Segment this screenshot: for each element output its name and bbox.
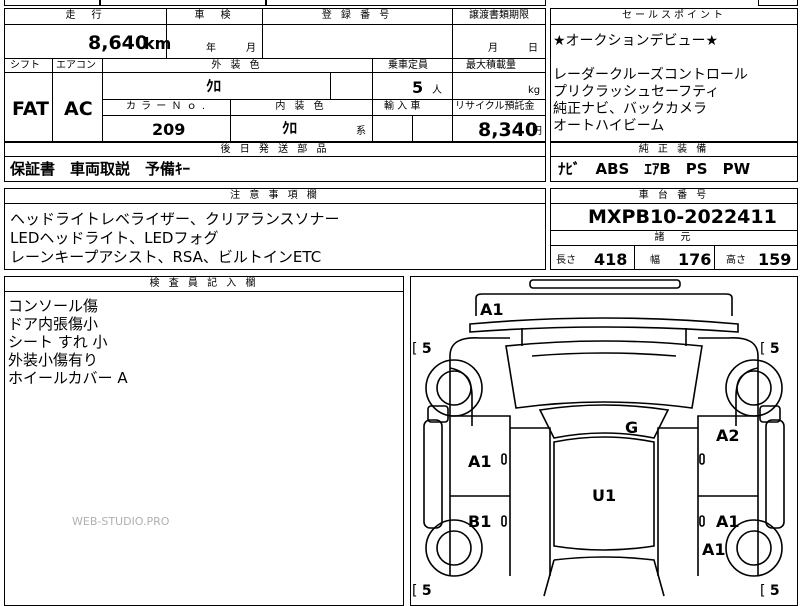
selling-point-line	[553, 47, 797, 64]
tyre-bracket-front-right: [ 5	[760, 341, 780, 357]
registration-header: 登 録 番 号	[321, 10, 393, 21]
tyre-bracket-rear-right: [ 5	[760, 583, 780, 599]
transfer-day-unit: 日	[528, 43, 538, 54]
damage-mark-right-front-door: A2	[716, 426, 740, 445]
inspector-line: ホイールカバー A	[8, 369, 128, 387]
tyre-bracket-front-left: [ 5	[412, 341, 432, 357]
top-strip-cell-2	[100, 0, 266, 6]
inspector-line: シート すれ 小	[8, 333, 108, 351]
aircon-value: AC	[64, 98, 93, 120]
chassis-value: MXPB10-2022411	[588, 206, 777, 228]
notes-list: ヘッドライトレベライザー、クリアランスソナー LEDヘッドライト、LEDフォグ …	[10, 208, 340, 266]
specs-header: 諸 元	[654, 232, 694, 243]
note-line: ヘッドライトレベライザー、クリアランスソナー	[10, 210, 340, 228]
car-diagram	[423, 279, 785, 597]
note-line: LEDヘッドライト、LEDフォグ	[10, 229, 219, 247]
recycle-unit: 円	[532, 126, 542, 137]
spec-table	[4, 8, 546, 142]
damage-mark-left-front-door: A1	[468, 452, 492, 471]
interior-color-value: ｸﾛ	[282, 119, 298, 137]
damage-mark-left-rear-door: B1	[468, 512, 492, 531]
inspection-year-unit: 年	[206, 43, 216, 54]
transfer-month-unit: 月	[488, 43, 498, 54]
max-load-unit: kg	[528, 85, 541, 96]
chassis-header: 車 台 番 号	[638, 190, 710, 201]
damage-mark-right-rear-door: A1	[716, 512, 740, 531]
length-value: 418	[594, 250, 628, 269]
damage-mark-right-rear-quarter: A1	[702, 540, 726, 559]
selling-point-line: レーダークルーズコントロール	[553, 67, 748, 83]
factory-equipment-value: ﾅﾋﾞ ABS ｴｱB PS PW	[558, 160, 751, 178]
capacity-unit: 人	[432, 85, 442, 96]
mileage-unit: km	[144, 34, 172, 53]
selling-points-header: セールスポイント	[622, 10, 726, 21]
color-no-header: カ ラ ー Ｎ ｏ .	[125, 101, 207, 112]
transfer-deadline-header: 譲渡書類期限	[469, 10, 529, 21]
tyre-depth-front-left: 5	[421, 341, 432, 357]
tyre-depth-front-right: 5	[769, 341, 780, 357]
capacity-header: 乗車定員	[388, 60, 428, 71]
inspection-month-unit: 月	[246, 43, 256, 54]
selling-point-line: プリクラッシュセーフティ	[553, 84, 720, 100]
interior-color-header: 内 装 色	[275, 101, 327, 112]
inspector-header: 検 査 員 記 入 欄	[149, 278, 259, 289]
selling-point-line: ★オークションデビュー★	[553, 33, 719, 49]
top-strip-cell-3	[266, 0, 546, 6]
recycle-value: 8,340	[478, 119, 539, 141]
top-strip-cell-4	[758, 0, 798, 6]
width-value: 176	[678, 250, 712, 269]
inspection-header: 車 検	[194, 10, 234, 21]
inspector-line: コンソール傷	[8, 297, 99, 315]
top-strip-cell-1	[4, 0, 100, 6]
selling-points-list: ★オークションデビュー★ レーダークルーズコントロール プリクラッシュセーフティ…	[553, 30, 797, 134]
watermark: WEB-STUDIO.PRO	[72, 515, 170, 528]
inspector-line: 外装小傷有り	[8, 351, 99, 369]
width-label: 幅	[650, 255, 660, 266]
shift-header: シフト	[10, 60, 40, 71]
exterior-color-header: 外 装 色	[211, 60, 263, 71]
damage-mark-roof: G	[625, 418, 639, 437]
factory-equipment-header: 純 正 装 備	[638, 144, 710, 155]
aircon-header: エアコン	[56, 60, 96, 71]
inspector-line: ドア内張傷小	[8, 315, 99, 333]
selling-point-line: オートハイビーム	[553, 118, 665, 134]
note-line: レーンキープアシスト、RSA、ビルトインETC	[10, 248, 322, 266]
recycle-header: リサイクル預託金	[455, 101, 535, 112]
shift-value: FAT	[12, 98, 49, 120]
interior-color-unit: 系	[356, 126, 366, 137]
max-load-header: 最大積載量	[466, 60, 516, 71]
damage-mark-cabin: U1	[592, 486, 617, 505]
inspector-list: コンソール傷 ドア内張傷小 シート すれ 小 外装小傷有り ホイールカバー A	[8, 295, 128, 387]
exterior-color-value: ｸﾛ	[206, 77, 222, 95]
later-parts-header: 後 日 発 送 部 品	[220, 144, 330, 155]
import-header: 輸 入 車	[384, 101, 421, 112]
selling-point-line: 純正ナビ、バックカメラ	[553, 101, 707, 117]
tyre-depth-rear-right: 5	[769, 583, 780, 599]
mileage-header: 走 行	[65, 10, 105, 21]
tyre-bracket-rear-left: [ 5	[412, 583, 432, 599]
later-parts-value: 保証書 車両取説 予備ｷｰ	[10, 160, 191, 178]
height-value: 159	[758, 250, 792, 269]
mileage-value: 8,640	[88, 32, 149, 54]
tyre-depth-rear-left: 5	[421, 583, 432, 599]
damage-mark-front-bumper: A1	[480, 300, 504, 319]
length-label: 長さ	[556, 255, 576, 266]
color-no-value: 209	[152, 120, 186, 139]
notes-header: 注 意 事 項 欄	[230, 190, 320, 201]
capacity-value: 5	[412, 78, 424, 97]
height-label: 高さ	[726, 255, 746, 266]
